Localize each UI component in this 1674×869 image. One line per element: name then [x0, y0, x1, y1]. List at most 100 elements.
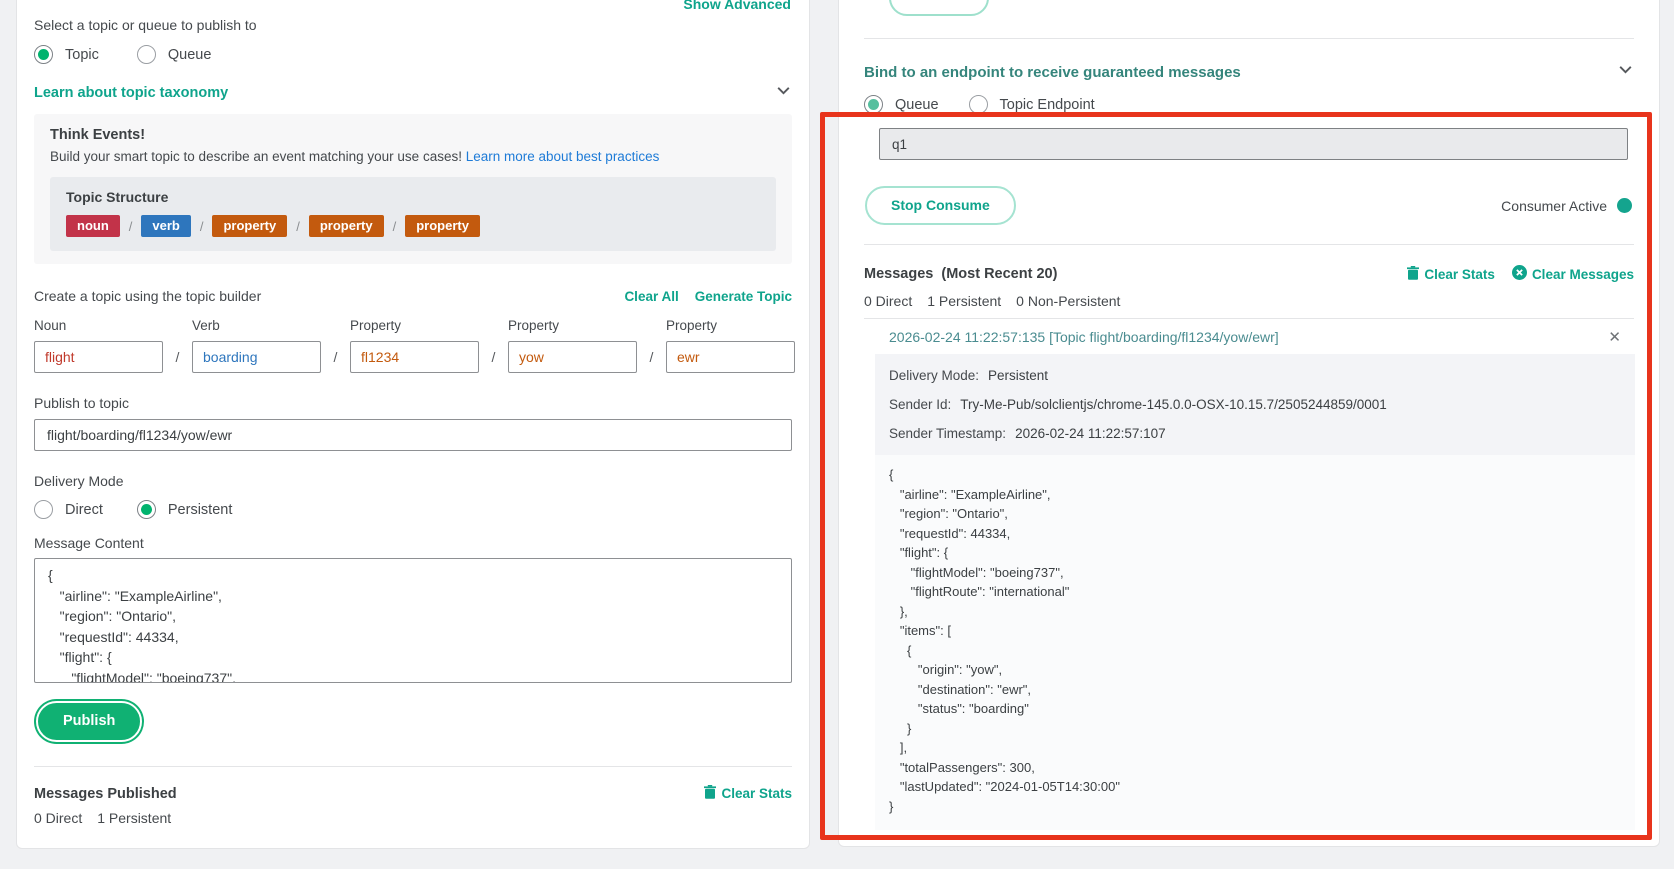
badge-noun: noun [66, 215, 120, 237]
radio-topic[interactable]: Topic [34, 45, 99, 64]
radio-topic-endpoint-label: Topic Endpoint [1000, 97, 1095, 113]
badge-verb: verb [141, 215, 190, 237]
publisher-direct-count: 0 Direct [34, 810, 82, 826]
payload-json: { "airline": "ExampleAirline", "region":… [889, 465, 1621, 816]
consume-controls: Stop Consume Consumer Active [864, 186, 1634, 225]
meta-delivery-mode-value: Persistent [988, 368, 1048, 383]
consumer-status-label: Consumer Active [1501, 198, 1607, 214]
subscriber-direct-count: 0 Direct [864, 293, 912, 309]
think-events-text: Build your smart topic to describe an ev… [50, 149, 466, 164]
endpoint-radio-group: Queue Topic Endpoint [864, 95, 1634, 114]
topic-builder-header: Create a topic using the topic builder C… [34, 288, 792, 304]
radio-topic-control[interactable] [34, 45, 53, 64]
radio-queue[interactable]: Queue [137, 45, 212, 64]
clear-messages-label: Clear Messages [1532, 267, 1634, 282]
noun-input[interactable] [34, 341, 163, 373]
message-content-textarea[interactable]: { "airline": "ExampleAirline", "region":… [34, 558, 792, 683]
radio-direct-control[interactable] [34, 500, 53, 519]
topic-builder-title: Create a topic using the topic builder [34, 288, 261, 304]
received-message-metadata: Delivery Mode: Persistent Sender Id: Try… [875, 354, 1635, 455]
publish-button[interactable]: Publish [36, 701, 142, 742]
field-noun: Noun [34, 318, 163, 373]
close-icon[interactable]: ✕ [1608, 330, 1621, 345]
field-verb-label: Verb [192, 318, 321, 333]
show-advanced-link[interactable]: Show Advanced [683, 0, 791, 12]
radio-direct-label: Direct [65, 502, 103, 518]
subscriber-counts: 0 Direct 1 Persistent 0 Non-Persistent [864, 293, 1634, 309]
messages-published-header: Messages Published Clear Stats [34, 785, 792, 802]
trash-icon [704, 785, 716, 802]
bind-header-title: Bind to an endpoint to receive guarantee… [864, 64, 1241, 81]
property-2-input[interactable] [508, 341, 637, 373]
think-events-body: Build your smart topic to describe an ev… [50, 149, 776, 164]
subscriber-clear-stats-link[interactable]: Clear Stats [1407, 265, 1495, 283]
trash-icon [1407, 266, 1419, 283]
subscriber-divider [864, 244, 1634, 245]
chevron-down-icon[interactable] [775, 82, 792, 104]
radio-persistent[interactable]: Persistent [137, 500, 232, 519]
select-destination-label: Select a topic or queue to publish to [34, 17, 792, 33]
radio-persistent-control[interactable] [137, 500, 156, 519]
radio-queue-control[interactable] [137, 45, 156, 64]
radio-direct[interactable]: Direct [34, 500, 103, 519]
badge-property: property [309, 215, 384, 237]
verb-input[interactable] [192, 341, 321, 373]
queue-name-input[interactable] [879, 128, 1628, 160]
meta-sender-id-value: Try-Me-Pub/solclientjs/chrome-145.0.0-OS… [960, 397, 1387, 412]
messages-published-title: Messages Published [34, 786, 177, 802]
clear-messages-link[interactable]: Clear Messages [1512, 265, 1634, 283]
field-property-2: Property [508, 318, 637, 373]
radio-topic-endpoint[interactable]: Topic Endpoint [969, 95, 1095, 114]
field-property-3: Property [666, 318, 795, 373]
topic-structure-badges: noun / verb / property / property / prop… [66, 215, 760, 237]
topic-structure-box: Topic Structure noun / verb / property /… [50, 177, 776, 251]
stop-consume-button[interactable]: Stop Consume [865, 186, 1016, 225]
destination-radio-group: Topic Queue [34, 45, 792, 64]
subscriber-non-persistent-count: 0 Non-Persistent [1016, 293, 1120, 309]
chevron-down-icon[interactable] [1617, 61, 1634, 83]
think-events-box: Think Events! Build your smart topic to … [34, 114, 792, 264]
meta-sender-id: Sender Id: Try-Me-Pub/solclientjs/chrome… [889, 390, 1621, 419]
publisher-counts: 0 Direct 1 Persistent [34, 810, 792, 826]
radio-topic-label: Topic [65, 47, 99, 63]
field-property-2-label: Property [508, 318, 637, 333]
field-separator: / [637, 349, 666, 373]
consumer-status: Consumer Active [1501, 198, 1634, 214]
subscribe-button-cutoff[interactable] [889, 0, 989, 16]
message-content-label: Message Content [34, 535, 792, 551]
generate-topic-link[interactable]: Generate Topic [695, 289, 792, 304]
field-property-1-label: Property [350, 318, 479, 333]
publisher-clear-stats-label: Clear Stats [721, 786, 792, 801]
message-content-value: { "airline": "ExampleAirline", "region":… [48, 565, 778, 683]
think-events-title: Think Events! [50, 127, 776, 143]
publish-to-topic-label: Publish to topic [34, 395, 792, 411]
radio-endpoint-queue-control[interactable] [864, 95, 883, 114]
meta-sender-timestamp-label: Sender Timestamp: [889, 426, 1006, 441]
received-message-card: 2026-02-24 11:22:57:135 [Topic flight/bo… [875, 319, 1635, 830]
badge-separator: / [129, 219, 133, 234]
meta-sender-timestamp-value: 2026-02-24 11:22:57:107 [1015, 426, 1166, 441]
radio-endpoint-queue-label: Queue [895, 97, 939, 113]
received-message-header: 2026-02-24 11:22:57:135 [Topic flight/bo… [875, 319, 1635, 354]
radio-endpoint-queue[interactable]: Queue [864, 95, 939, 114]
field-noun-label: Noun [34, 318, 163, 333]
publisher-clear-stats-link[interactable]: Clear Stats [704, 785, 792, 802]
delivery-mode-label: Delivery Mode [34, 473, 792, 489]
best-practices-link[interactable]: Learn more about best practices [466, 149, 660, 164]
meta-sender-timestamp: Sender Timestamp: 2026-02-24 11:22:57:10… [889, 419, 1621, 448]
publish-topic-input[interactable] [34, 419, 792, 451]
property-3-input[interactable] [666, 341, 795, 373]
field-separator: / [163, 349, 192, 373]
property-1-input[interactable] [350, 341, 479, 373]
clear-all-link[interactable]: Clear All [624, 289, 678, 304]
field-separator: / [479, 349, 508, 373]
radio-topic-endpoint-control[interactable] [969, 95, 988, 114]
try-me-page: Show Advanced Select a topic or queue to… [0, 0, 1674, 869]
consumer-active-dot [1617, 198, 1632, 213]
topic-builder-fields: Noun / Verb / Property / Property / Prop… [34, 318, 792, 373]
subscriber-top-area [864, 0, 1634, 39]
field-property-1: Property [350, 318, 479, 373]
messages-links: Clear Stats Clear Messages [1407, 265, 1634, 283]
taxonomy-link[interactable]: Learn about topic taxonomy [34, 85, 228, 101]
publisher-divider [34, 766, 792, 767]
